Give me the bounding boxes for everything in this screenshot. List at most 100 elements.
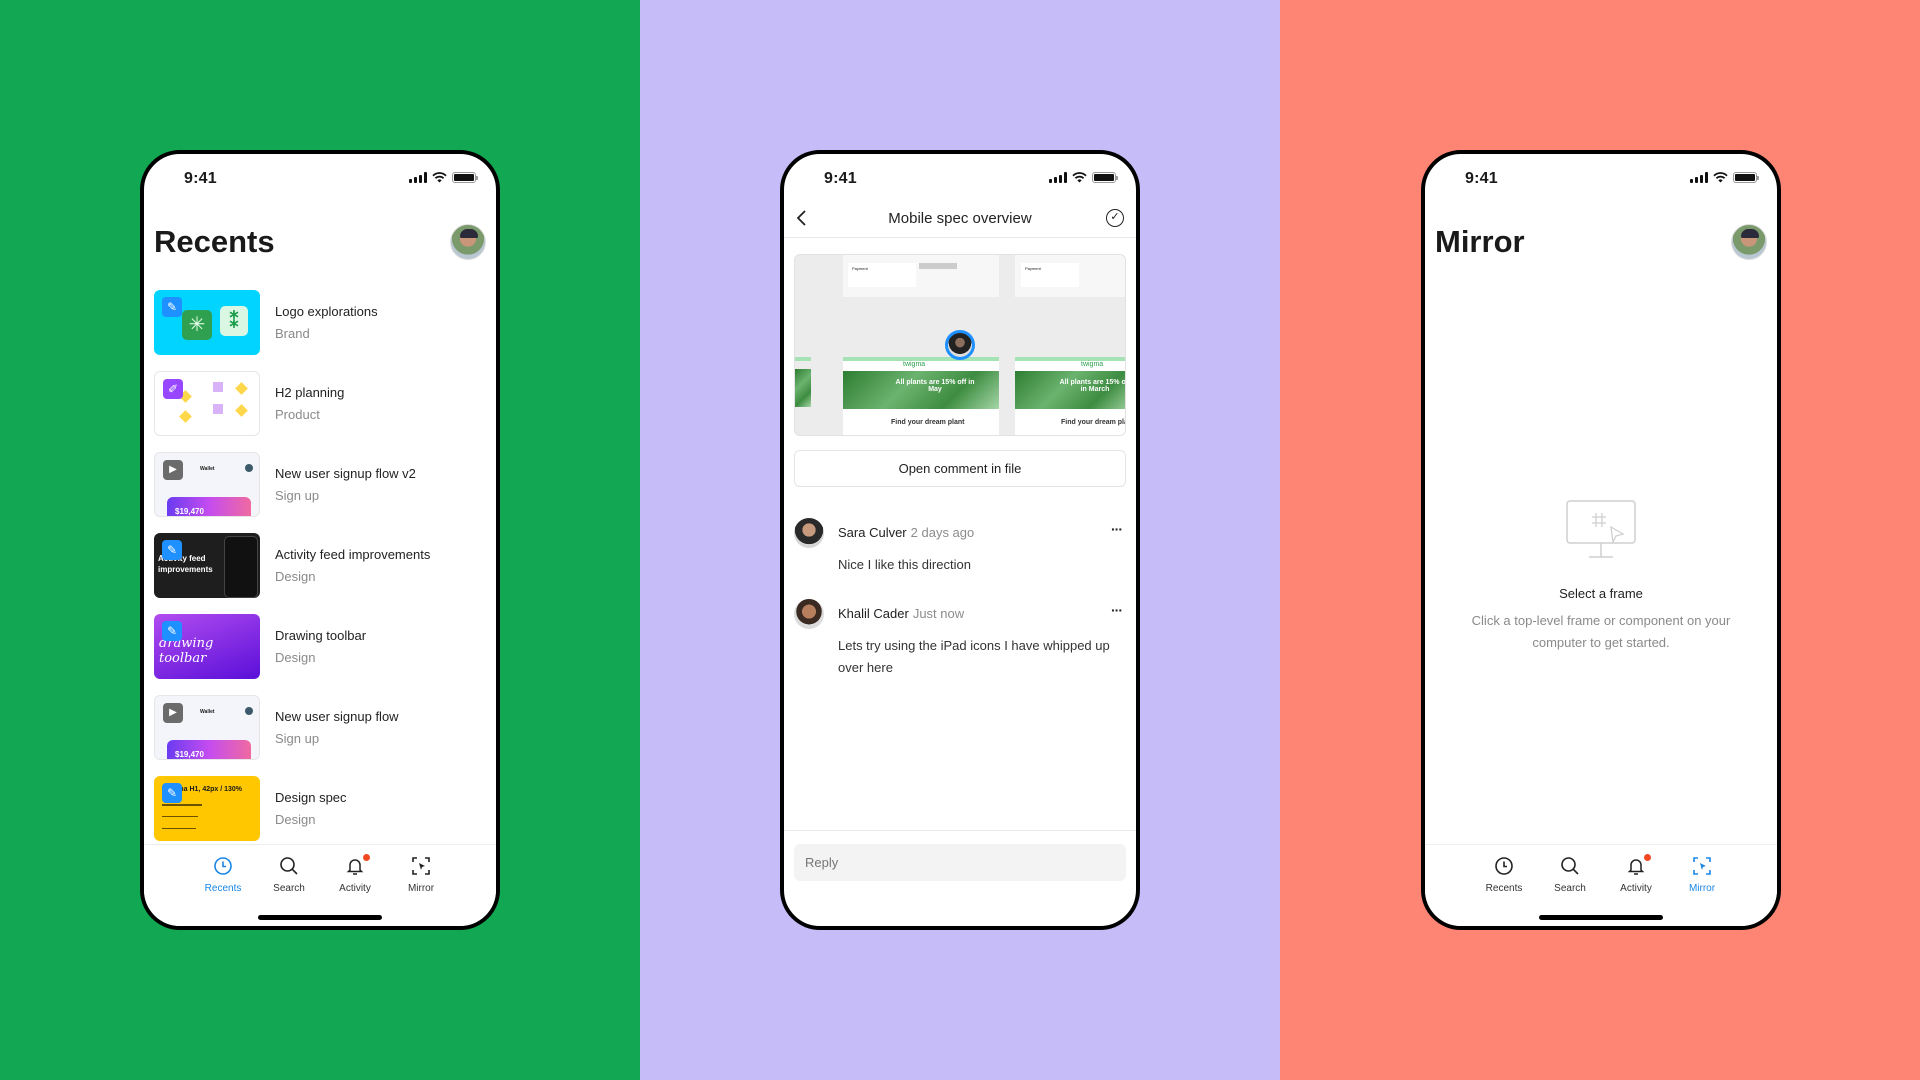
notification-dot (1644, 854, 1651, 861)
tab-label: Search (1554, 883, 1586, 894)
tab-label: Recents (1485, 883, 1523, 894)
empty-title: Select a frame (1559, 586, 1643, 601)
tab-search[interactable]: Search (256, 855, 322, 894)
notification-dot (363, 854, 370, 861)
comment-item: Khalil Cader Just now ··· Lets try using … (794, 599, 1126, 679)
signal-icon (409, 172, 427, 183)
tab-label: Search (273, 883, 305, 894)
pen-icon: ✎ (162, 783, 182, 803)
comment-item: Sara Culver 2 days ago ··· Nice I like th… (794, 518, 1126, 578)
sticky-icon: ✐ (163, 379, 183, 399)
home-indicator (258, 915, 382, 920)
page-title: Recents (154, 224, 275, 259)
tab-label: Activity (339, 883, 371, 894)
resolve-button[interactable]: ✓ (1106, 209, 1124, 227)
more-options-icon[interactable]: ··· (1111, 521, 1123, 537)
preview-promo: All plants are 15% off in March (1059, 379, 1126, 393)
preview-cta: Find your dream plant (1061, 419, 1125, 426)
tab-recents[interactable]: Recents (1471, 855, 1537, 894)
tab-activity[interactable]: Activity (1603, 854, 1669, 894)
clock-icon (214, 857, 232, 875)
list-item[interactable]: Twigma H1, 42px / 130% ✎ Design spec Desi… (154, 768, 496, 849)
thumb-label: Wallet (200, 709, 215, 715)
comment-author: Khalil Cader (838, 606, 909, 621)
file-name: New user signup flow (275, 709, 399, 724)
comment-body: Lets try using the iPad icons I have whi… (838, 638, 1110, 675)
list-item[interactable]: ✳ ⁑ ✎ Logo explorations Brand (154, 282, 496, 363)
tab-recents[interactable]: Recents (190, 855, 256, 894)
file-name: New user signup flow v2 (275, 466, 416, 481)
search-icon (1561, 857, 1579, 875)
status-time: 9:41 (184, 170, 217, 187)
preview-promo: All plants are 15% off in May (895, 379, 975, 393)
home-indicator (1539, 915, 1663, 920)
project-name: Design (275, 650, 316, 665)
page-title: Mirror (1435, 224, 1525, 259)
monitor-frame-icon (1566, 500, 1636, 558)
pen-icon: ✎ (162, 297, 182, 317)
preview-brand: twigma (1081, 361, 1104, 368)
tab-mirror[interactable]: Mirror (388, 855, 454, 894)
more-options-icon[interactable]: ··· (1111, 602, 1123, 618)
file-name: Drawing toolbar (275, 628, 367, 643)
empty-description: Click a top-level frame or component on … (1471, 613, 1731, 650)
comment-pin[interactable] (945, 330, 975, 360)
status-time: 9:41 (824, 170, 857, 187)
file-thumbnail: Activity feed improvements ✎ (154, 533, 260, 598)
checkmark-icon: ✓ (1110, 211, 1120, 223)
file-thumbnail: ✐ (154, 371, 260, 436)
user-avatar[interactable] (1731, 224, 1767, 260)
mirror-icon (412, 857, 430, 875)
thumb-balance: $19,470 (175, 507, 204, 516)
file-name: Activity feed improvements (275, 547, 431, 562)
signal-icon (1049, 172, 1067, 183)
list-item[interactable]: drawing toolbar ✎ Drawing toolbar Design (154, 606, 496, 687)
comment-phone: 9:41 Mobile spec overview ✓ Payment Paym… (780, 150, 1140, 930)
divider (784, 830, 1136, 831)
empty-state: Select a frame Click a top-level frame o… (1425, 499, 1777, 654)
list-item[interactable]: Activity feed improvements ✎ Activity fe… (154, 525, 496, 606)
preview-section-label: Payment (1025, 266, 1041, 271)
wifi-icon (1713, 172, 1728, 183)
recents-list: ✳ ⁑ ✎ Logo explorations Brand ✐ H2 planni… (154, 282, 496, 849)
file-thumbnail: Twigma H1, 42px / 130% ✎ (154, 776, 260, 841)
tab-mirror[interactable]: Mirror (1669, 855, 1735, 894)
list-item[interactable]: ✐ H2 planning Product (154, 363, 496, 444)
project-name: Product (275, 407, 320, 422)
file-name: Design spec (275, 790, 347, 805)
signal-icon (1690, 172, 1708, 183)
file-preview[interactable]: Payment Payment twigma All plants are 15… (794, 254, 1126, 436)
wifi-icon (432, 172, 447, 183)
reply-input[interactable] (794, 844, 1126, 881)
file-thumbnail: Wallet $19,470 ▶ (154, 695, 260, 760)
thumb-balance: $19,470 (175, 750, 204, 759)
list-item[interactable]: Wallet $19,470 ▶ New user signup flow v2… (154, 444, 496, 525)
tab-search[interactable]: Search (1537, 855, 1603, 894)
file-name: Logo explorations (275, 304, 378, 319)
status-bar: 9:41 (144, 168, 496, 192)
recents-phone: 9:41 Recents ✳ ⁑ ✎ Logo explorations Bran… (140, 150, 500, 930)
clock-icon (1495, 857, 1513, 875)
tab-label: Activity (1620, 883, 1652, 894)
mirror-phone: 9:41 Mirror Select a frame Click a top-l… (1421, 150, 1781, 930)
project-name: Brand (275, 326, 310, 341)
tab-activity[interactable]: Activity (322, 854, 388, 894)
tab-bar: Recents Search Activity Mirror (1425, 844, 1777, 926)
wifi-icon (1072, 172, 1087, 183)
file-thumbnail: Wallet $19,470 ▶ (154, 452, 260, 517)
project-name: Design (275, 812, 316, 827)
bell-icon (346, 859, 364, 875)
pen-icon: ✎ (162, 540, 182, 560)
battery-icon (1092, 172, 1118, 183)
user-avatar[interactable] (450, 224, 486, 260)
project-name: Design (275, 569, 316, 584)
status-bar: 9:41 (1425, 168, 1777, 192)
open-comment-button[interactable]: Open comment in file (794, 450, 1126, 487)
play-icon: ▶ (163, 460, 183, 480)
file-thumbnail: drawing toolbar ✎ (154, 614, 260, 679)
battery-icon (1733, 172, 1759, 183)
commenter-avatar (794, 518, 824, 548)
comment-time: 2 days ago (910, 525, 975, 540)
list-item[interactable]: Wallet $19,470 ▶ New user signup flow Sig… (154, 687, 496, 768)
thumb-label: Wallet (200, 466, 215, 472)
